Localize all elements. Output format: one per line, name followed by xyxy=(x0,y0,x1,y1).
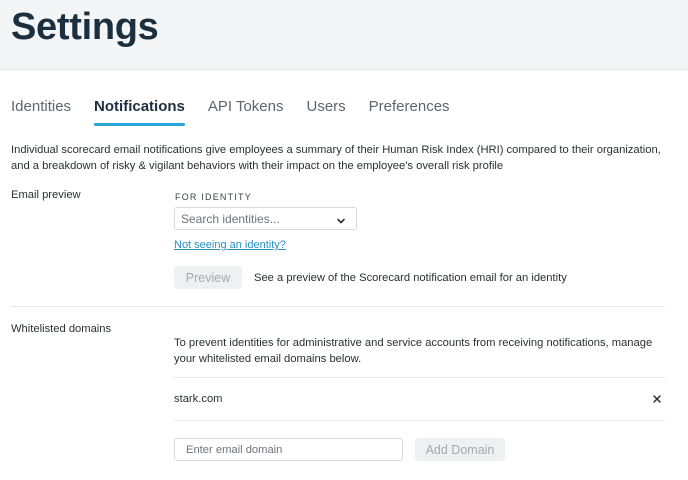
tab-notifications[interactable]: Notifications xyxy=(94,98,185,126)
preview-helper-text: See a preview of the Scorecard notificat… xyxy=(254,272,567,284)
whitelisted-domains-description: To prevent identities for administrative… xyxy=(174,337,653,365)
notifications-description: Individual scorecard email notifications… xyxy=(11,144,661,172)
tab-identities[interactable]: Identities xyxy=(11,98,71,126)
page-header: Settings xyxy=(0,0,688,70)
identity-search-select[interactable]: Search identities... xyxy=(174,207,357,230)
preview-button[interactable]: Preview xyxy=(174,266,242,289)
whitelisted-domains-label: Whitelisted domains xyxy=(11,323,112,335)
page-title: Settings xyxy=(11,6,159,48)
tab-users[interactable]: Users xyxy=(307,98,346,126)
remove-domain-close-icon[interactable] xyxy=(651,392,663,404)
identity-search-placeholder: Search identities... xyxy=(181,212,280,226)
domain-list-top-divider xyxy=(174,377,665,378)
tab-api-tokens[interactable]: API Tokens xyxy=(208,98,284,126)
tab-preferences[interactable]: Preferences xyxy=(369,98,450,126)
add-domain-button[interactable]: Add Domain xyxy=(415,438,505,461)
domain-list-item: stark.com xyxy=(174,393,223,405)
chevron-down-icon xyxy=(336,213,346,231)
email-domain-input[interactable] xyxy=(174,438,403,461)
domain-list-bottom-divider xyxy=(174,420,665,421)
email-preview-label: Email preview xyxy=(11,189,81,201)
not-seeing-identity-link[interactable]: Not seeing an identity? xyxy=(174,239,286,251)
section-divider xyxy=(11,306,665,307)
for-identity-label: FOR IDENTITY xyxy=(175,192,252,202)
settings-tabs: Identities Notifications API Tokens User… xyxy=(11,98,473,126)
